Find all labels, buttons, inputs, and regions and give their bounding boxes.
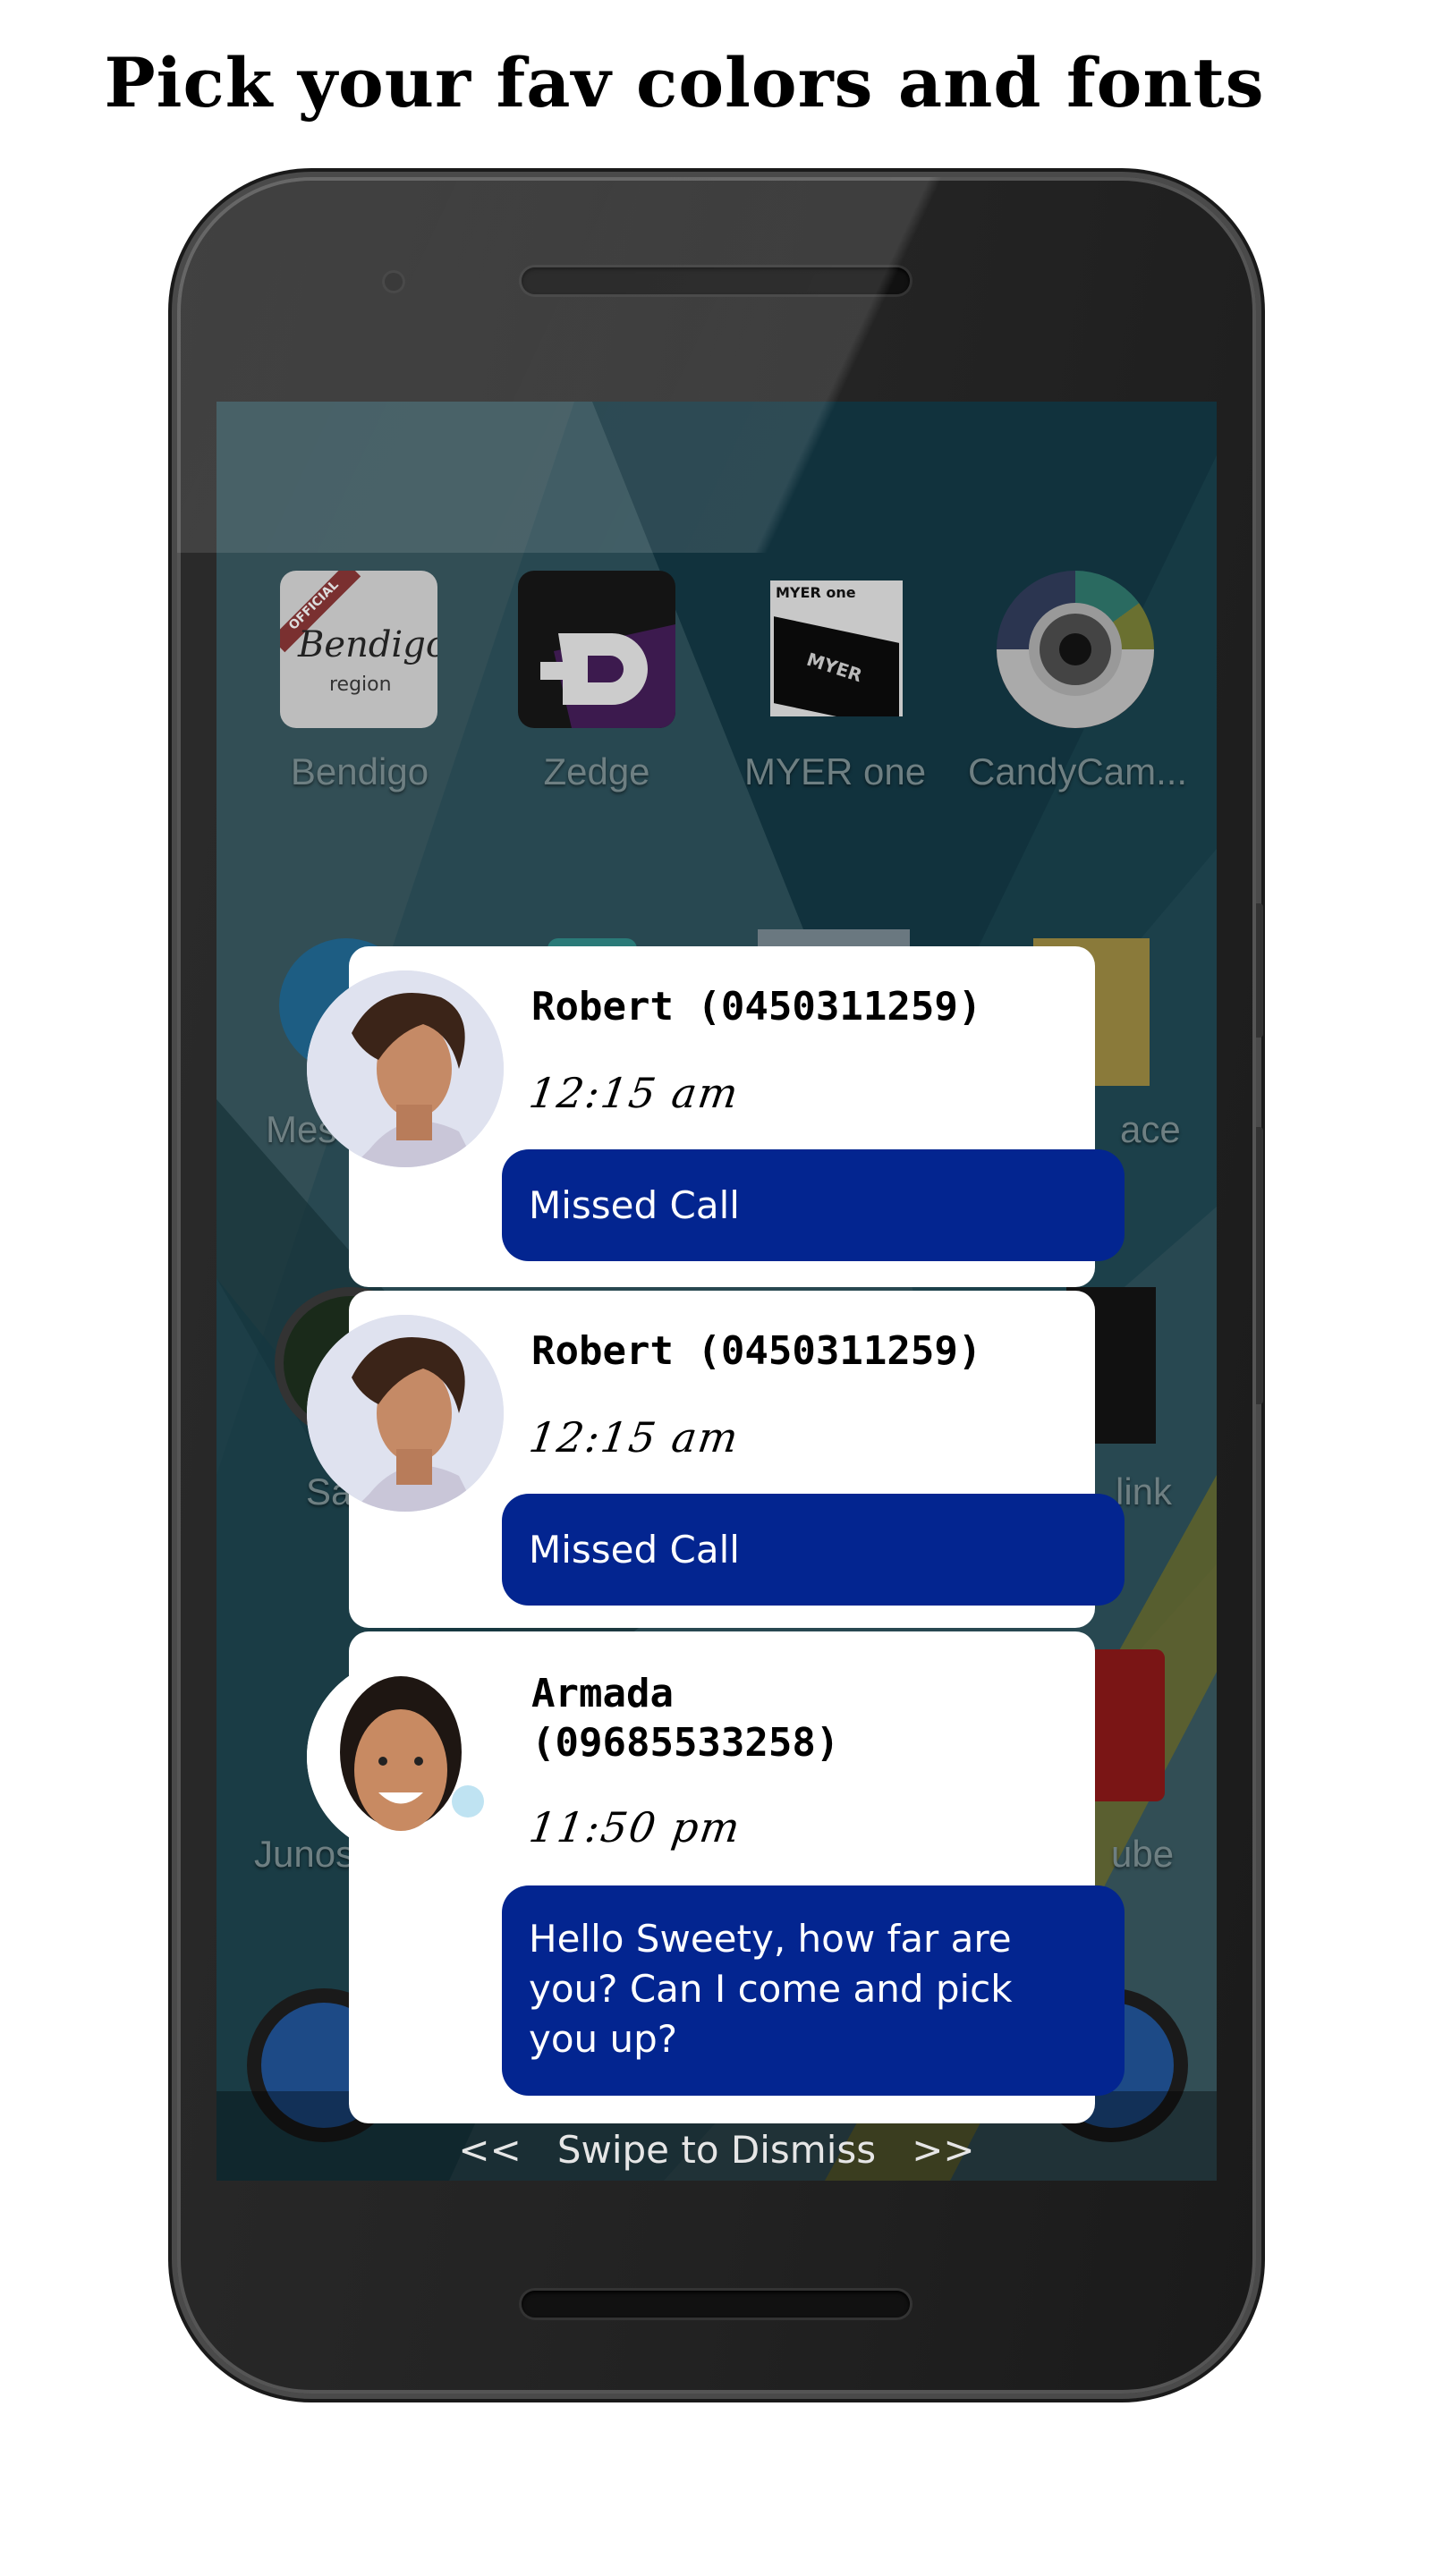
male-contact-photo <box>307 970 504 1167</box>
myer-one-icon: MYER one MYER <box>770 580 903 716</box>
top-speaker <box>522 267 910 294</box>
candycam-icon <box>997 571 1154 728</box>
contact-name: Armada (09685533258) <box>531 1671 840 1766</box>
message-bubble[interactable]: Hello Sweety, how far are you? Can I com… <box>502 1885 1125 2096</box>
app-label-partial: link <box>1116 1470 1173 1513</box>
headline: Pick your fav colors and fonts <box>104 43 1265 123</box>
message-bubble[interactable]: Missed Call <box>502 1149 1125 1261</box>
myer-one-text: MYER one <box>776 584 856 601</box>
notification-time: 12:15 am <box>526 1413 743 1462</box>
message-text: Hello Sweety, how far are you? Can I com… <box>529 1917 1013 2061</box>
message-text: Missed Call <box>529 1183 740 1227</box>
app-bendigo[interactable]: OFFICIAL Bendigo region <box>280 571 437 728</box>
notification-time: 11:50 pm <box>526 1803 745 1852</box>
bottom-speaker <box>522 2291 910 2318</box>
app-label-candycam: CandyCam... <box>968 750 1188 792</box>
bendigo-region-icon: OFFICIAL Bendigo region <box>280 571 437 728</box>
right-arrows: >> <box>912 2128 975 2172</box>
message-bubble[interactable]: Missed Call <box>502 1494 1125 1606</box>
volume-button <box>1256 903 1263 1038</box>
app-candycam[interactable] <box>997 571 1154 728</box>
region-text: region <box>329 674 392 696</box>
male-contact-photo <box>307 1315 504 1512</box>
notification-time: 12:15 am <box>526 1069 743 1117</box>
app-zedge[interactable] <box>518 571 675 728</box>
app-label-myer-one: MYER one <box>744 750 927 792</box>
app-label-partial: ube <box>1111 1833 1175 1875</box>
app-label-partial: Junos <box>254 1833 355 1875</box>
female-contact-photo <box>307 1658 504 1855</box>
left-arrows: << <box>458 2128 522 2172</box>
contact-name: Robert (0450311259) <box>531 1328 982 1374</box>
contact-name: Robert (0450311259) <box>531 984 982 1030</box>
app-label-bendigo: Bendigo <box>290 750 429 792</box>
bendigo-script: Bendigo <box>298 624 437 665</box>
message-text: Missed Call <box>529 1528 740 1572</box>
app-myer-one[interactable]: MYER one MYER <box>758 580 915 716</box>
app-label-partial: ace <box>1120 1108 1181 1150</box>
zedge-icon <box>518 571 675 728</box>
swipe-label: Swipe to Dismiss <box>556 2128 877 2172</box>
swipe-to-dismiss[interactable]: << Swipe to Dismiss >> <box>216 2128 1217 2172</box>
app-label-zedge: Zedge <box>543 750 650 792</box>
power-button <box>1256 1127 1263 1404</box>
front-camera <box>385 273 403 291</box>
